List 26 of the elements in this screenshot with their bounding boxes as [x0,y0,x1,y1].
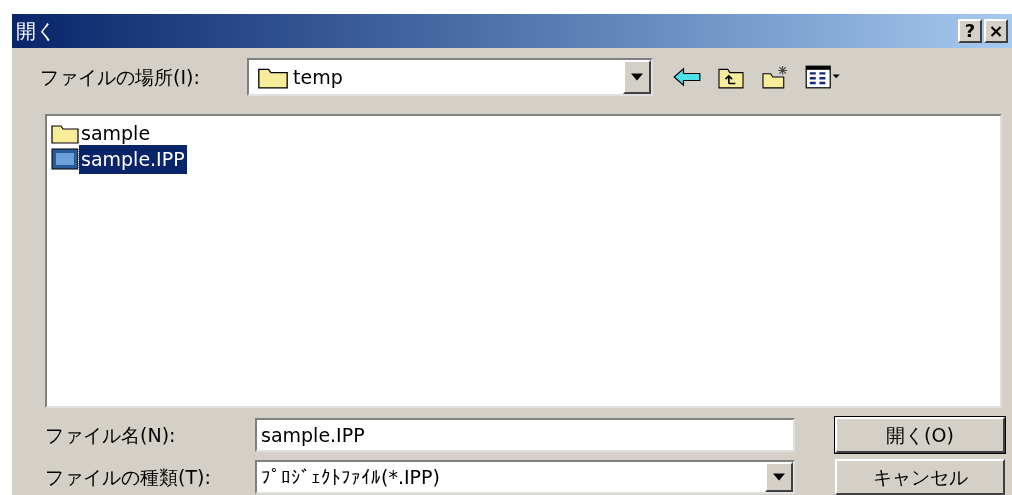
location-label: ファイルの場所(I): [39,65,201,90]
dialog-button[interactable]: キャンセル [835,459,1005,495]
new-folder-icon[interactable] [761,65,789,90]
close-button[interactable]: × [984,19,1008,44]
filename-input[interactable]: sample.IPP [257,420,793,450]
filetype-value: ﾌﾟﾛｼﾞｪｸﾄﾌｧｲﾙ(*.IPP) [260,464,441,490]
location-dropdown[interactable]: temp [247,58,653,97]
filetype-dropdown[interactable]: ﾌﾟﾛｼﾞｪｸﾄﾌｧｲﾙ(*.IPP) [255,460,795,494]
file-list[interactable]: sample sample.IPP [45,114,1002,408]
caret-icon [631,73,643,82]
document-icon [51,147,79,172]
filetype-label: ファイルの種類(T): [44,464,212,490]
back-arrow-icon[interactable] [673,67,701,88]
window-title: 開く [16,18,57,46]
file-item[interactable]: sample [51,120,996,147]
file-name: sample.IPP [79,145,187,174]
caret-icon [773,473,785,481]
help-button[interactable]: ? [958,19,982,44]
dropdown-button[interactable] [623,60,651,95]
file-item[interactable]: sample.IPP [51,146,996,173]
file-name: sample [80,121,152,146]
location-value: temp [293,65,344,90]
dialog-button[interactable]: 開く(O) [835,417,1005,453]
dropdown-button[interactable] [765,462,793,492]
filename-label: ファイル名(N): [44,422,177,448]
view-menu-icon[interactable] [805,65,841,90]
